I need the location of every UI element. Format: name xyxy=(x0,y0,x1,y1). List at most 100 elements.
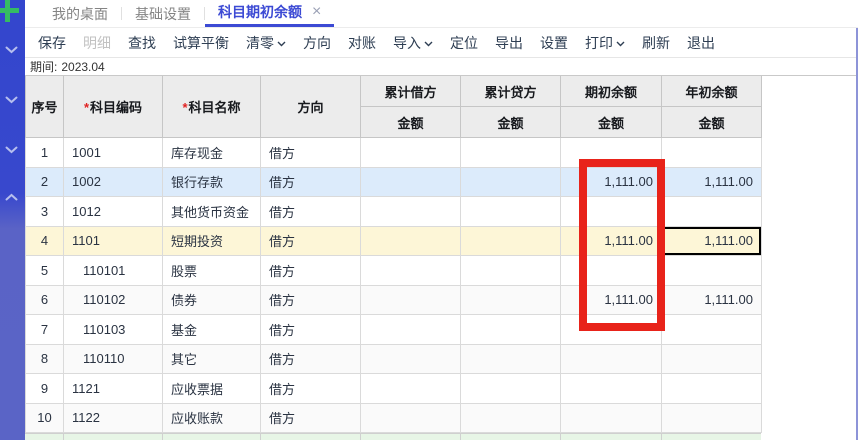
cell-year-begin-balance[interactable] xyxy=(661,373,762,404)
chevron-down-icon[interactable] xyxy=(5,91,19,104)
cell-year-begin-balance[interactable] xyxy=(661,196,762,227)
chevron-up-icon[interactable] xyxy=(5,188,19,201)
cell-seq[interactable]: 3 xyxy=(25,196,64,227)
cell-begin-balance[interactable]: 1,111.00 xyxy=(560,284,662,315)
cell-cumulative-debit[interactable] xyxy=(360,255,461,286)
cell-begin-balance[interactable] xyxy=(560,373,662,404)
cell-direction[interactable]: 借方 xyxy=(260,137,361,168)
cell-begin-balance[interactable] xyxy=(560,314,662,345)
toolbar-button-13[interactable]: 刷新 xyxy=(642,33,670,53)
cell-begin-balance[interactable]: 1,111.00 xyxy=(560,166,662,197)
cell-year-begin-balance[interactable] xyxy=(661,402,762,433)
cell-account-code[interactable]: 110103 xyxy=(63,314,163,345)
cell-account-code[interactable]: 1121 xyxy=(63,373,163,404)
cell-direction[interactable]: 借方 xyxy=(260,343,361,374)
cell-account-code[interactable]: 1001 xyxy=(63,137,163,168)
toolbar-button-7[interactable]: 对账 xyxy=(348,33,376,53)
cell-begin-balance[interactable] xyxy=(560,343,662,374)
cell-cumulative-debit[interactable] xyxy=(360,343,461,374)
toolbar-button-5[interactable]: 清零 xyxy=(246,33,286,53)
cell-cumulative-debit[interactable] xyxy=(360,402,461,433)
toolbar-button-4[interactable]: 试算平衡 xyxy=(173,33,229,53)
cell-account-name[interactable]: 债券 xyxy=(162,284,261,315)
cell-begin-balance[interactable] xyxy=(560,255,662,286)
cell-account-code[interactable]: 110110 xyxy=(63,343,163,374)
cell-seq[interactable]: 5 xyxy=(25,255,64,286)
cell-cumulative-credit[interactable] xyxy=(460,196,561,227)
cell-cumulative-credit[interactable] xyxy=(460,284,561,315)
cell-begin-balance[interactable] xyxy=(560,402,662,433)
cell-account-code[interactable]: 1122 xyxy=(63,402,163,433)
cell-seq[interactable]: 4 xyxy=(25,225,64,256)
cell-seq[interactable]: 9 xyxy=(25,373,64,404)
cell-cumulative-credit[interactable] xyxy=(460,137,561,168)
cell-direction[interactable]: 借方 xyxy=(260,402,361,433)
cell-cumulative-credit[interactable] xyxy=(460,255,561,286)
cell-direction[interactable]: 借方 xyxy=(260,373,361,404)
cell-cumulative-credit[interactable] xyxy=(460,343,561,374)
close-icon[interactable]: × xyxy=(312,4,321,20)
cell-account-code[interactable]: 1012 xyxy=(63,196,163,227)
cell-account-name[interactable]: 应收账款 xyxy=(162,402,261,433)
toolbar-button-10[interactable]: 导出 xyxy=(495,33,523,53)
cell-account-code[interactable]: 1101 xyxy=(63,225,163,256)
cell-direction[interactable]: 借方 xyxy=(260,166,361,197)
cell-seq[interactable]: 10 xyxy=(25,402,64,433)
cell-year-begin-balance[interactable]: 1,111.00 xyxy=(661,166,762,197)
cell-account-code[interactable]: 110101 xyxy=(63,255,163,286)
toolbar-button-3[interactable]: 查找 xyxy=(128,33,156,53)
toolbar-button-12[interactable]: 打印 xyxy=(585,33,625,53)
cell-cumulative-debit[interactable] xyxy=(360,225,461,256)
cell-year-begin-balance[interactable] xyxy=(661,137,762,168)
period-value[interactable]: 2023.04 xyxy=(61,60,104,74)
cell-begin-balance[interactable] xyxy=(560,196,662,227)
cell-cumulative-debit[interactable] xyxy=(360,373,461,404)
cell-seq[interactable]: 8 xyxy=(25,343,64,374)
cell-account-name[interactable]: 应收票据 xyxy=(162,373,261,404)
tab-3[interactable]: 科目期初余额 × xyxy=(205,0,335,27)
tab-2[interactable]: 基础设置 xyxy=(122,0,204,27)
cell-cumulative-debit[interactable] xyxy=(360,284,461,315)
cell-direction[interactable]: 借方 xyxy=(260,255,361,286)
cell-account-name[interactable]: 基金 xyxy=(162,314,261,345)
cell-year-begin-balance[interactable] xyxy=(661,343,762,374)
cell-cumulative-credit[interactable] xyxy=(460,225,561,256)
cell-account-code[interactable]: 1002 xyxy=(63,166,163,197)
cell-direction[interactable]: 借方 xyxy=(260,196,361,227)
cell-account-code[interactable]: 110102 xyxy=(63,284,163,315)
cell-year-begin-balance[interactable]: 1,111.00 xyxy=(661,225,762,256)
tab-1[interactable]: 我的桌面 xyxy=(39,0,121,27)
cell-year-begin-balance[interactable]: 1,111.00 xyxy=(661,284,762,315)
cell-account-name[interactable]: 库存现金 xyxy=(162,137,261,168)
cell-begin-balance[interactable]: 1,111.00 xyxy=(560,225,662,256)
cell-account-name[interactable]: 其他货币资金 xyxy=(162,196,261,227)
cell-cumulative-debit[interactable] xyxy=(360,196,461,227)
cell-account-name[interactable]: 股票 xyxy=(162,255,261,286)
cell-cumulative-credit[interactable] xyxy=(460,166,561,197)
cell-cumulative-credit[interactable] xyxy=(460,314,561,345)
toolbar-button-2[interactable]: 明细 xyxy=(83,33,111,53)
cell-cumulative-debit[interactable] xyxy=(360,166,461,197)
toolbar-button-1[interactable]: 保存 xyxy=(38,33,66,53)
cell-direction[interactable]: 借方 xyxy=(260,225,361,256)
cell-account-name[interactable]: 短期投资 xyxy=(162,225,261,256)
cell-seq[interactable]: 7 xyxy=(25,314,64,345)
cell-begin-balance[interactable] xyxy=(560,137,662,168)
toolbar-button-14[interactable]: 退出 xyxy=(687,33,715,53)
toolbar-button-11[interactable]: 设置 xyxy=(540,33,568,53)
cell-year-begin-balance[interactable] xyxy=(661,314,762,345)
cell-year-begin-balance[interactable] xyxy=(661,255,762,286)
cell-direction[interactable]: 借方 xyxy=(260,314,361,345)
cell-seq[interactable]: 1 xyxy=(25,137,64,168)
chevron-down-icon[interactable] xyxy=(5,141,19,154)
cell-cumulative-debit[interactable] xyxy=(360,314,461,345)
cell-cumulative-debit[interactable] xyxy=(360,137,461,168)
cell-account-name[interactable]: 银行存款 xyxy=(162,166,261,197)
cell-account-name[interactable]: 其它 xyxy=(162,343,261,374)
toolbar-button-6[interactable]: 方向 xyxy=(303,33,331,53)
cell-direction[interactable]: 借方 xyxy=(260,284,361,315)
cell-cumulative-credit[interactable] xyxy=(460,373,561,404)
toolbar-button-9[interactable]: 定位 xyxy=(450,33,478,53)
plus-icon[interactable] xyxy=(0,0,22,23)
cell-seq[interactable]: 6 xyxy=(25,284,64,315)
